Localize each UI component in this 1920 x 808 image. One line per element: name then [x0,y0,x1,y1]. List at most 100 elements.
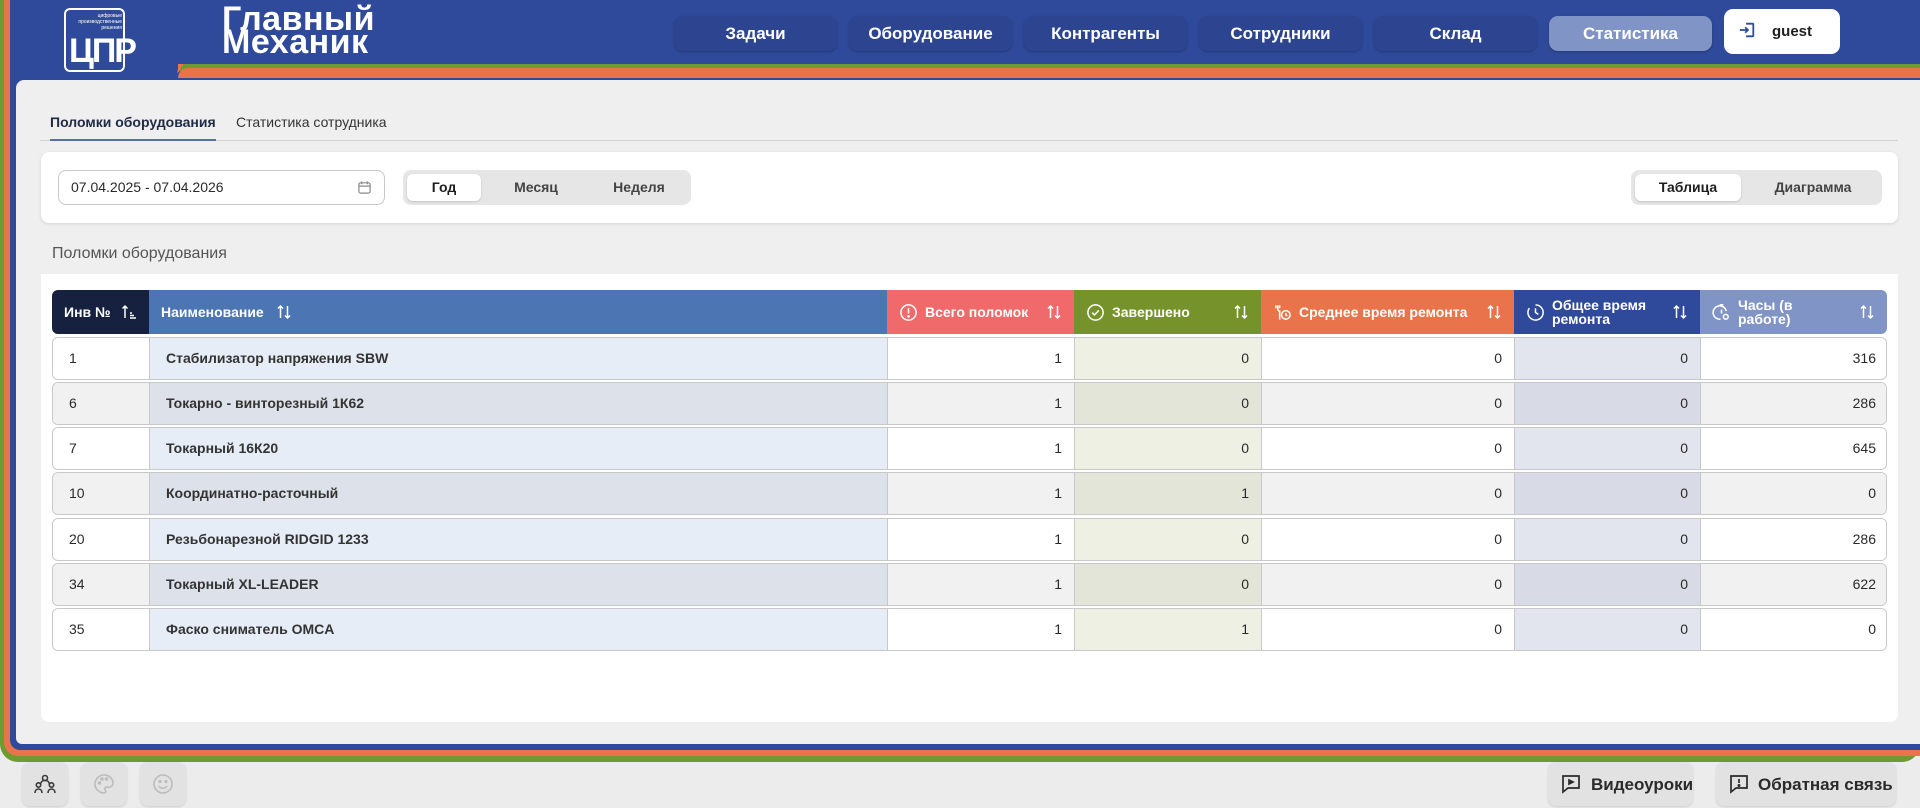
cell-avg: 0 [1262,428,1515,469]
cell-sum: 0 [1515,519,1701,560]
cell-inv: 7 [53,428,150,469]
cell-total: 1 [888,609,1075,650]
cell-name: Фаско сниматель OMCA [150,609,888,650]
cell-hours: 316 [1701,338,1886,379]
view-chart[interactable]: Диаграмма [1751,174,1875,201]
col-work-hours[interactable]: Часы (в работе) [1700,290,1887,334]
view-selector: Таблица Диаграмма [1631,170,1882,205]
team-icon [34,774,56,794]
sort-icon [1234,304,1248,320]
sort-icon [1047,304,1061,320]
stopwatch-gear-icon [1712,303,1729,320]
alert-circle-icon [900,303,917,321]
period-week[interactable]: Неделя [591,174,687,201]
date-range-value: 07.04.2025 - 07.04.2026 [71,179,224,195]
company-logo[interactable]: цифровые производственные решения ЦПР [64,8,137,72]
emoji-button[interactable] [140,762,186,806]
cell-name: Резьбонарезной RIDGID 1233 [150,519,888,560]
cell-inv: 1 [53,338,150,379]
cell-total: 1 [888,564,1075,605]
col-sum-label: Общее время ремонта [1552,297,1647,327]
subtab-employee-stats[interactable]: Статистика сотрудника [236,114,387,141]
col-inv[interactable]: Инв № [52,290,149,334]
stats-subtabs: Поломки оборудования Статистика сотрудни… [40,108,1898,141]
table-row[interactable]: 20 Резьбонарезной RIDGID 1233 1 0 0 0 286 [52,518,1887,561]
header-stripe-orange [178,68,1920,78]
section-header [41,236,1898,274]
table-row[interactable]: 10 Координатно-расточный 1 1 0 0 0 [52,472,1887,515]
cell-done: 1 [1075,473,1262,514]
cell-hours: 645 [1701,428,1886,469]
app-title: Главный Механик [222,2,375,61]
cell-sum: 0 [1515,609,1701,650]
cell-sum: 0 [1515,473,1701,514]
logo-mark: ЦПР [69,32,137,70]
cell-total: 1 [888,428,1075,469]
cell-avg: 0 [1262,383,1515,424]
table-row[interactable]: 1 Стабилизатор напряжения SBW 1 0 0 0 316 [52,337,1887,380]
nav-contractors[interactable]: Контрагенты [1024,16,1187,51]
period-month[interactable]: Месяц [493,174,579,201]
cell-sum: 0 [1515,383,1701,424]
logo-caption: цифровые производственные решения [78,13,122,31]
cell-inv: 10 [53,473,150,514]
section-title: Поломки оборудования [52,245,227,262]
col-completed-label: Завершено [1112,304,1190,320]
user-login-button[interactable]: guest [1724,9,1840,54]
cell-avg: 0 [1262,338,1515,379]
calendar-icon [358,181,371,194]
subtab-equipment-breakdowns[interactable]: Поломки оборудования [50,114,216,141]
sort-icon [1673,304,1687,320]
col-hours-label: Часы (в работе) [1738,297,1793,327]
nav-tasks[interactable]: Задачи [674,16,837,51]
smile-icon [153,774,173,794]
cell-total: 1 [888,519,1075,560]
nav-equipment[interactable]: Оборудование [849,16,1012,51]
cell-avg: 0 [1262,609,1515,650]
team-button[interactable] [22,762,68,806]
cell-hours: 286 [1701,519,1886,560]
cell-inv: 6 [53,383,150,424]
theme-button[interactable] [81,762,127,806]
table-row[interactable]: 34 Токарный XL-LEADER 1 0 0 0 622 [52,563,1887,606]
cell-name: Токарный 16К20 [150,428,888,469]
nav-employees[interactable]: Сотрудники [1199,16,1362,51]
cell-sum: 0 [1515,428,1701,469]
cell-sum: 0 [1515,564,1701,605]
video-chat-icon [1562,775,1580,794]
video-tutorials-button[interactable]: Видеоуроки [1548,762,1693,806]
table-header: Инв № Наименование Всего поломок Заверше… [52,290,1887,334]
cell-total: 1 [888,473,1075,514]
cell-done: 0 [1075,338,1262,379]
cell-inv: 20 [53,519,150,560]
col-completed[interactable]: Завершено [1074,290,1261,334]
app-title-line2: Механик [222,23,369,61]
col-avg-repair-time[interactable]: Среднее время ремонта [1261,290,1514,334]
cell-hours: 622 [1701,564,1886,605]
nav-statistics[interactable]: Статистика [1549,16,1712,51]
palette-icon [94,774,114,794]
check-circle-icon [1087,303,1104,321]
feedback-button[interactable]: Обратная связь [1716,762,1896,806]
cell-avg: 0 [1262,519,1515,560]
nav-warehouse[interactable]: Склад [1374,16,1537,51]
col-total-repair-time[interactable]: Общее время ремонта [1514,290,1700,334]
cell-hours: 286 [1701,383,1886,424]
date-range-input[interactable]: 07.04.2025 - 07.04.2026 [58,170,385,205]
filter-panel: 07.04.2025 - 07.04.2026 Год Месяц Неделя… [41,152,1898,223]
col-inv-label: Инв № [64,304,111,320]
feedback-icon [1730,775,1748,794]
period-year[interactable]: Год [407,174,481,201]
col-name[interactable]: Наименование [149,290,887,334]
table-row[interactable]: 35 Фаско сниматель OMCA 1 1 0 0 0 [52,608,1887,651]
cell-name: Токарно - винторезный 1К62 [150,383,888,424]
timer-icon [1527,303,1544,321]
col-total-breakdowns[interactable]: Всего поломок [887,290,1074,334]
view-table[interactable]: Таблица [1635,174,1741,201]
cell-name: Координатно-расточный [150,473,888,514]
table-row[interactable]: 7 Токарный 16К20 1 0 0 0 645 [52,427,1887,470]
table-row[interactable]: 6 Токарно - винторезный 1К62 1 0 0 0 286 [52,382,1887,425]
video-tutorials-label: Видеоуроки [1591,775,1694,794]
cell-hours: 0 [1701,609,1886,650]
cell-inv: 34 [53,564,150,605]
